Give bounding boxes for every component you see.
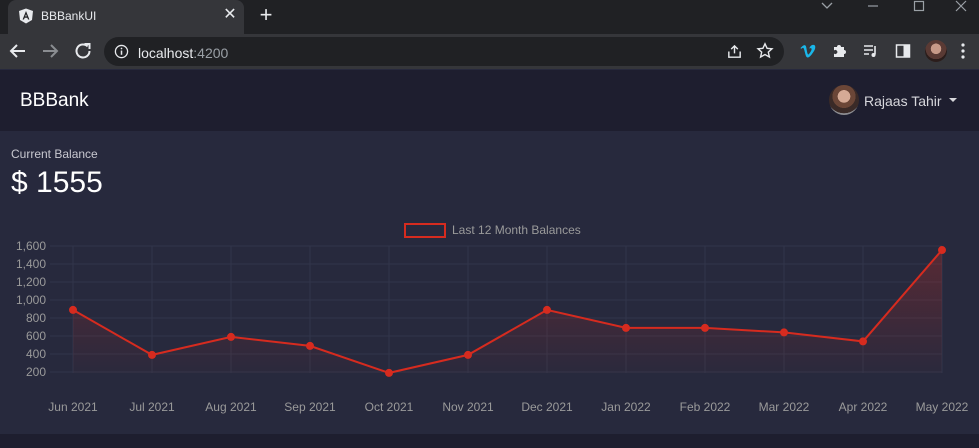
y-tick-label: 200 [26, 365, 46, 379]
x-tick-label: Mar 2022 [759, 400, 810, 414]
data-point[interactable] [385, 368, 393, 377]
x-tick-label: Oct 2021 [365, 400, 414, 414]
browser-tab[interactable]: BBBankUI ✕ [8, 0, 244, 34]
x-tick-label: Dec 2021 [521, 400, 573, 414]
reload-icon[interactable] [71, 39, 95, 63]
site-info-icon[interactable] [114, 44, 129, 59]
x-tick-label: Nov 2021 [442, 400, 494, 414]
user-name[interactable]: Rajaas Tahir [864, 93, 942, 109]
x-tick-label: Sep 2021 [284, 400, 336, 414]
forward-arrow-icon[interactable] [38, 39, 62, 63]
url-text[interactable]: localhost:4200 [138, 45, 228, 61]
browser-profile-avatar[interactable] [925, 40, 947, 62]
data-point[interactable] [938, 246, 946, 255]
data-point[interactable] [622, 323, 630, 332]
browser-toolbar: localhost:4200 [0, 34, 979, 69]
browser-tab-strip: BBBankUI ✕ + [0, 0, 979, 34]
angular-logo-icon [19, 8, 33, 24]
maximize-icon[interactable] [896, 0, 942, 12]
share-icon[interactable] [726, 43, 743, 60]
x-tick-label: Aug 2021 [205, 400, 257, 414]
data-point[interactable] [780, 328, 788, 337]
side-panel-icon[interactable] [894, 42, 912, 60]
y-tick-label: 600 [26, 329, 46, 343]
vimeo-extension-icon[interactable] [799, 42, 817, 60]
x-tick-label: Apr 2022 [839, 400, 888, 414]
legend-swatch[interactable] [404, 223, 446, 238]
tab-title: BBBankUI [41, 9, 97, 23]
data-point[interactable] [859, 337, 867, 346]
data-point[interactable] [306, 341, 314, 350]
y-tick-label: 400 [26, 347, 46, 361]
chevron-down-icon[interactable] [949, 98, 957, 102]
balance-card: Current Balance $ 1555 1,600 1,400 1,200 1,… [0, 132, 979, 434]
page-bottom-bar [0, 434, 979, 448]
x-tick-label: Jun 2021 [48, 400, 98, 414]
data-point[interactable] [543, 305, 551, 314]
avatar[interactable] [829, 85, 859, 115]
x-tick-label: Jan 2022 [601, 400, 651, 414]
more-menu-icon[interactable] [960, 42, 966, 60]
new-tab-button[interactable]: + [256, 4, 276, 26]
data-point[interactable] [69, 305, 77, 314]
extensions-puzzle-icon[interactable] [831, 42, 849, 60]
x-tick-label: Feb 2022 [680, 400, 731, 414]
address-bar[interactable]: localhost:4200 [104, 37, 784, 66]
y-tick-label: 1,600 [16, 239, 46, 253]
data-point[interactable] [227, 332, 235, 341]
y-tick-label: 1,000 [16, 293, 46, 307]
url-host: localhost [138, 45, 194, 61]
legend-label[interactable]: Last 12 Month Balances [452, 223, 581, 237]
data-point[interactable] [148, 350, 156, 359]
y-tick-label: 1,400 [16, 257, 46, 271]
close-window-icon[interactable] [942, 0, 979, 12]
x-tick-label: Jul 2021 [129, 400, 175, 414]
data-point[interactable] [701, 323, 709, 332]
minimize-icon[interactable] [850, 0, 896, 12]
tab-search-icon[interactable] [804, 0, 850, 12]
back-arrow-icon[interactable] [6, 39, 30, 63]
brand-logo[interactable]: BBBank [20, 90, 89, 112]
data-point[interactable] [464, 350, 472, 359]
bookmark-star-icon[interactable] [756, 42, 774, 60]
media-queue-icon[interactable] [862, 42, 880, 60]
x-tick-label: May 2022 [916, 400, 969, 414]
balance-line-chart: 1,600 1,400 1,200 1,000 800 600 400 200 Jun 202… [16, 223, 969, 414]
y-tick-label: 1,200 [16, 275, 46, 289]
url-port: :4200 [193, 45, 229, 61]
app-navbar: BBBank Rajaas Tahir [0, 70, 979, 131]
y-tick-label: 800 [26, 311, 46, 325]
close-tab-icon[interactable]: ✕ [222, 7, 238, 23]
series-area [73, 250, 942, 373]
